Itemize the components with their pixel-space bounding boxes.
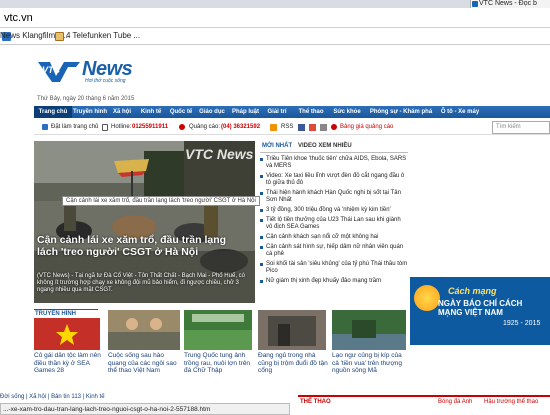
hero-watermark: VTC News [185, 146, 254, 162]
card-thumbnail[interactable] [332, 310, 406, 350]
news-item[interactable]: Tiết lộ tiền thưởng của U23 Thái Lan sau… [258, 217, 408, 231]
garden-photo [184, 310, 252, 350]
card-thumbnail[interactable] [258, 310, 326, 350]
house-photo [258, 310, 326, 350]
url-text[interactable]: vtc.vn [4, 11, 33, 25]
svg-text:VTC: VTC [42, 65, 61, 75]
search-input[interactable]: Tìm kiếm [492, 121, 550, 134]
set-homepage-link[interactable]: Đặt làm trang chủ [51, 123, 98, 132]
nav-health[interactable]: Sức khỏe [331, 106, 363, 118]
share-icon[interactable] [320, 124, 327, 131]
news-item[interactable]: Thái hiện hành khách Hàn Quốc nghi bị số… [258, 190, 408, 204]
vtc-logo-icon[interactable]: VTC [36, 58, 82, 84]
sports-section-label[interactable]: THỂ THAO [300, 398, 331, 406]
news-item[interactable]: Triều Tiên khoe 'thuốc tiên' chữa AIDS, … [258, 156, 408, 170]
site-tagline: Hơi thở cuộc sống [85, 78, 126, 84]
bottom-category-links[interactable]: Đời sống | Xã hội | Bản tin 113 | Kinh t… [0, 394, 290, 403]
news-item[interactable]: Nữ giám thị xinh đẹp khuấy đảo mạng trầm [258, 278, 408, 285]
folder-icon [55, 32, 64, 41]
facebook-icon[interactable] [298, 124, 305, 131]
card-caption[interactable]: Cuộc sống sau hào quang của các ngôi sao… [108, 352, 180, 388]
sports-link-backstage[interactable]: Hậu trường thể thao [484, 398, 538, 406]
nav-home[interactable]: Trang chủ [34, 106, 72, 118]
card-thumbnail[interactable] [34, 318, 100, 350]
tab-video[interactable]: VIDEO XEM NHIỀU [298, 143, 352, 149]
tv-divider [34, 309, 98, 310]
nav-education[interactable]: Giáo dục [196, 106, 228, 118]
bookmark-telefunken[interactable]: 4 Telefunken Tube ... [66, 30, 140, 42]
tab-latest[interactable]: MỚI NHẤT [262, 143, 292, 149]
current-date: Thứ Bảy, ngày 20 tháng 6 năm 2015 [37, 96, 135, 102]
hotline-number: 01255911911 [132, 124, 169, 130]
ad-line2: NGÀY BÁO CHÍ CÁCH MẠNG VIỆT NAM [438, 299, 523, 317]
hero-tooltip: Cận cảnh lái xe xăm trổ, đầu trần lạng l… [62, 196, 260, 206]
ad-years: 1925 - 2015 [503, 320, 541, 327]
nav-society[interactable]: Xã hội [108, 106, 136, 118]
card-caption[interactable]: Trung Quốc tung ảnh trồng rau, nuôi lợn … [184, 352, 254, 388]
news-item[interactable]: Cận cảnh sát hình sự, hiếp dâm nữ nhân v… [258, 244, 408, 258]
ads-label: Quảng cáo: [189, 124, 221, 130]
ads-icon [179, 124, 185, 130]
card-caption[interactable]: Cô gái dân tộc làm nên điều thần kỳ ở SE… [34, 352, 104, 388]
athletes-photo [108, 310, 180, 350]
card-caption[interactable]: Lạo ngư củng bị kíp của cả 'tiền vua' tr… [332, 352, 404, 388]
hotline-label: Hotline: [111, 124, 132, 130]
news-item[interactable]: Soi khối tài sản 'siêu khủng' của tỷ phú… [258, 261, 408, 275]
browser-tab-strip [0, 0, 550, 8]
hero-description: (VTC News) - Tại ngã tư Đà Cổ Việt - Tôn… [37, 273, 245, 293]
sports-link-england[interactable]: Bóng đá Anh [438, 398, 472, 406]
river-photo [332, 310, 406, 350]
news-item[interactable]: Video: Xe taxi liều lĩnh vượt đèn đỏ cắt… [258, 173, 408, 187]
tab-title: VTC News - Đọc b [479, 0, 537, 7]
price-icon [331, 124, 337, 130]
hero-title[interactable]: Cận cảnh lái xe xăm trổ, đầu trần lạng l… [37, 234, 247, 258]
nav-law[interactable]: Pháp luật [228, 106, 263, 118]
news-item[interactable]: 3 tỷ đồng, 300 triệu đồng và 'nhiệm kỳ k… [258, 207, 408, 214]
nav-economy[interactable]: Kinh tế [136, 106, 166, 118]
nav-world[interactable]: Quốc tế [166, 106, 196, 118]
browser-status-bar: ...-xe-xam-tro-dau-tran-lang-lach-treo-n… [0, 403, 290, 415]
nav-auto[interactable]: Ô tô - Xe máy [439, 106, 481, 118]
card-caption[interactable]: Đang ngủ trong nhà cũng bị trộm đuổi đồ … [258, 352, 328, 388]
card-thumbnail[interactable] [108, 310, 180, 350]
address-bar[interactable] [0, 8, 550, 28]
ad-line1: Cách mạng [448, 286, 497, 296]
nav-entertainment[interactable]: Giải trí [263, 106, 291, 118]
browser-tab[interactable]: VTC News - Đọc b [470, 0, 550, 8]
news-item[interactable]: Cận cảnh khách sạn nổi cỡ một không hai [258, 234, 408, 241]
sun-icon [414, 285, 440, 311]
tv-section-label[interactable]: TRUYỀN HÌNH [35, 311, 76, 317]
home-icon [42, 124, 48, 130]
google-plus-icon[interactable] [309, 124, 316, 131]
nav-reportage[interactable]: Phóng sự - Khám phá [363, 106, 439, 118]
rss-link[interactable]: RSS [281, 123, 293, 132]
latest-news-list: Triều Tiên khoe 'thuốc tiên' chữa AIDS, … [258, 155, 408, 303]
ads-phone: (04) 36321592 [221, 124, 261, 130]
price-list-link[interactable]: Bảng giá quảng cáo [340, 123, 393, 132]
site-favicon-icon [472, 1, 478, 7]
athlete-flag-photo [34, 318, 100, 350]
rss-icon[interactable] [270, 124, 277, 131]
card-thumbnail[interactable] [184, 310, 252, 350]
phone-icon [102, 124, 108, 131]
sports-divider [298, 395, 550, 397]
nav-tv[interactable]: Truyền hình [72, 106, 108, 118]
nav-sports[interactable]: Thể thao [291, 106, 331, 118]
